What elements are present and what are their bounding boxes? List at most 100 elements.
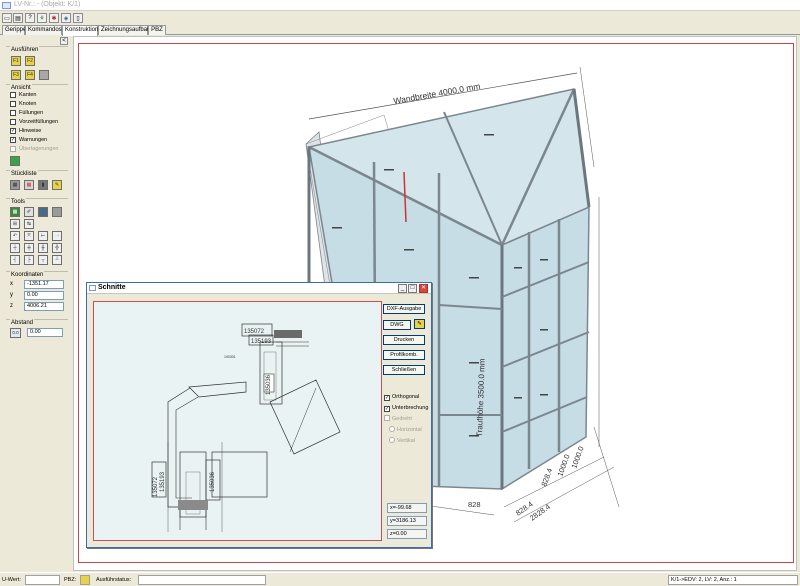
apply-view-icon[interactable] bbox=[10, 156, 20, 166]
label-135036-bottom: 135036 bbox=[210, 471, 216, 492]
pbz-icon[interactable] bbox=[80, 575, 90, 585]
checkbox-warnungen[interactable]: ✓ Warnungen bbox=[10, 136, 47, 144]
tool-13-icon[interactable]: ╫ bbox=[38, 243, 48, 253]
exec-4-icon[interactable]: F4 bbox=[25, 70, 35, 80]
tab-pbz[interactable]: PBZ bbox=[148, 25, 166, 35]
tab-zeichnungsaufbau[interactable]: Zeichnungsaufbau bbox=[98, 25, 150, 35]
label-135072-bottom: 135072 bbox=[153, 476, 159, 497]
checkbox-unterbrechung[interactable]: ✓ Unterbrechung bbox=[384, 404, 428, 412]
coord-y-field[interactable]: 0.00 bbox=[24, 291, 64, 300]
dxf-button[interactable]: DXF-Ausgabe bbox=[383, 304, 425, 314]
window-title: LV-Nr.: - (Objekt: K/1) bbox=[14, 1, 81, 8]
tool-7-icon[interactable]: ↶ bbox=[10, 231, 20, 241]
print-icon[interactable]: ▤ bbox=[13, 13, 23, 23]
uwert-field bbox=[25, 575, 60, 585]
checkbox-label: Füllungen bbox=[19, 110, 44, 116]
checkbox-kanten[interactable]: Kanten bbox=[10, 91, 36, 99]
checkbox-box[interactable] bbox=[10, 119, 16, 125]
checkbox-fuellungen[interactable]: Füllungen bbox=[10, 109, 43, 117]
pencil-icon[interactable]: ✎ bbox=[414, 319, 425, 329]
help-icon[interactable]: ? bbox=[25, 13, 35, 23]
list-table-icon[interactable]: ▦ bbox=[24, 180, 34, 190]
section-ansicht: Ansicht Kanten Knoten Füllungen Vorzeitf… bbox=[6, 84, 68, 168]
checkbox-box[interactable]: ✓ bbox=[10, 128, 16, 134]
exec-stop-icon[interactable] bbox=[39, 70, 49, 80]
tool-11-icon[interactable]: ┼ bbox=[10, 243, 20, 253]
checkbox-label: Kanten bbox=[19, 92, 37, 98]
tool-6-icon[interactable]: ↹ bbox=[24, 219, 34, 229]
tool-9-icon[interactable]: ⊢ bbox=[38, 231, 48, 241]
tool-12-icon[interactable]: ╪ bbox=[24, 243, 34, 253]
tab-konstruktion[interactable]: Konstruktion bbox=[62, 25, 98, 36]
tool-1-icon[interactable]: ▦ bbox=[10, 207, 20, 217]
tool-8-icon[interactable]: ⤧ bbox=[24, 231, 34, 241]
close-icon[interactable]: ✕ bbox=[419, 284, 428, 293]
list-grid-icon[interactable]: ▦ bbox=[10, 180, 20, 190]
coord-z-field[interactable]: 4006.21 bbox=[24, 302, 64, 311]
tool-17-icon[interactable]: ┬ bbox=[38, 255, 48, 265]
checkbox-vorzeitfuellungen[interactable]: Vorzeitfüllungen bbox=[10, 118, 58, 126]
tool-5-icon[interactable]: ⊞ bbox=[10, 219, 20, 229]
checkbox-box[interactable] bbox=[10, 92, 16, 98]
dim-width-label: Wandbreite 4000.0 mm bbox=[393, 81, 481, 106]
label-135036-top: 135036 bbox=[266, 374, 272, 395]
tool-4-icon[interactable] bbox=[52, 207, 62, 217]
print-button[interactable]: Drucken bbox=[383, 335, 425, 345]
run-icon[interactable]: ✱ bbox=[49, 13, 59, 23]
checkbox-label: Überlagerungen bbox=[19, 146, 59, 152]
exec-3-icon[interactable]: F3 bbox=[11, 70, 21, 80]
tool-18-icon[interactable]: ┴ bbox=[52, 255, 62, 265]
label-135193-bottom: 135193 bbox=[160, 471, 166, 492]
tab-gerippe[interactable]: Gerippe bbox=[2, 25, 26, 35]
list-book-icon[interactable]: ▮ bbox=[38, 180, 48, 190]
section-tools: Tools ▦ ✐ ⊞ ↹ ↶ ⤧ ⊢ ⊣ ┼ ╪ ╫ ╬ ┤ ├ ┬ ┴ bbox=[6, 198, 68, 268]
page-icon[interactable]: ▯ bbox=[73, 13, 83, 23]
tool-15-icon[interactable]: ┤ bbox=[10, 255, 20, 265]
section-koordinaten: Koordinaten x -1351.17 y 0.00 z 4006.21 bbox=[6, 271, 68, 311]
app-icon bbox=[2, 2, 11, 9]
checkbox-knoten[interactable]: Knoten bbox=[10, 100, 36, 108]
title-bar: LV-Nr.: - (Objekt: K/1) bbox=[0, 0, 800, 11]
tool-14-icon[interactable]: ╬ bbox=[52, 243, 62, 253]
exec-1-icon[interactable]: F1 bbox=[11, 56, 21, 66]
checkbox-box[interactable]: ✓ bbox=[10, 137, 16, 143]
tool-16-icon[interactable]: ├ bbox=[24, 255, 34, 265]
list-edit-icon[interactable]: ✎ bbox=[52, 180, 62, 190]
section-drawing: 135072 135193 135036 135072 135193 13503… bbox=[93, 301, 382, 541]
close-button[interactable]: Schließen bbox=[383, 365, 425, 375]
exec-2-icon[interactable]: F2 bbox=[25, 56, 35, 66]
section-ausfuehren: Ausführen F1 F2 F3 F4 bbox=[6, 46, 68, 82]
new-icon[interactable]: ▭ bbox=[2, 13, 12, 23]
tab-kommandos[interactable]: Kommandos bbox=[25, 25, 62, 35]
measure-button[interactable]: 0.0 bbox=[10, 328, 21, 338]
coord-x-label: x bbox=[10, 281, 13, 287]
dialog-title: Schnitte bbox=[98, 284, 126, 291]
section-drawing-svg: 135072 135193 135036 135072 135193 13503… bbox=[151, 323, 341, 532]
radio-label: Horizontal bbox=[397, 427, 422, 433]
checkbox-box[interactable] bbox=[10, 110, 16, 116]
ausfuehr-label: Ausführstatus: bbox=[96, 577, 132, 583]
checkbox-hinweise[interactable]: ✓ Hinweise bbox=[10, 127, 41, 135]
maximize-icon[interactable]: □ bbox=[408, 284, 417, 293]
checkbox-box[interactable]: ✓ bbox=[384, 395, 390, 401]
tool-10-icon[interactable]: ⊣ bbox=[52, 231, 62, 241]
result-x: x=-99.68 bbox=[387, 503, 427, 513]
profile-button[interactable]: Profilkomb. bbox=[383, 350, 425, 360]
checkbox-ueberlagerungen: Überlagerungen bbox=[10, 145, 58, 153]
checkbox-box[interactable] bbox=[10, 101, 16, 107]
abstand-field[interactable]: 0.00 bbox=[27, 328, 63, 337]
label-135072-top: 135072 bbox=[244, 329, 265, 335]
view-icon[interactable]: ◈ bbox=[61, 13, 71, 23]
minimize-icon[interactable]: _ bbox=[398, 284, 407, 293]
uwert-label: U-Wert: bbox=[2, 577, 21, 583]
coord-x-field[interactable]: -1351.17 bbox=[24, 280, 64, 289]
radio-vertikal: Vertikal bbox=[389, 437, 415, 445]
checkbox-box[interactable]: ✓ bbox=[384, 406, 390, 412]
tree-icon[interactable]: ⚘ bbox=[37, 13, 47, 23]
collapse-button[interactable]: < bbox=[60, 37, 68, 45]
tool-3-icon[interactable] bbox=[38, 207, 48, 217]
dwg-button[interactable]: DWG bbox=[383, 320, 411, 330]
tool-2-icon[interactable]: ✐ bbox=[24, 207, 34, 217]
checkbox-orthogonal[interactable]: ✓ Orthogonal bbox=[384, 393, 419, 401]
pbz-label: PBZ: bbox=[64, 577, 77, 583]
